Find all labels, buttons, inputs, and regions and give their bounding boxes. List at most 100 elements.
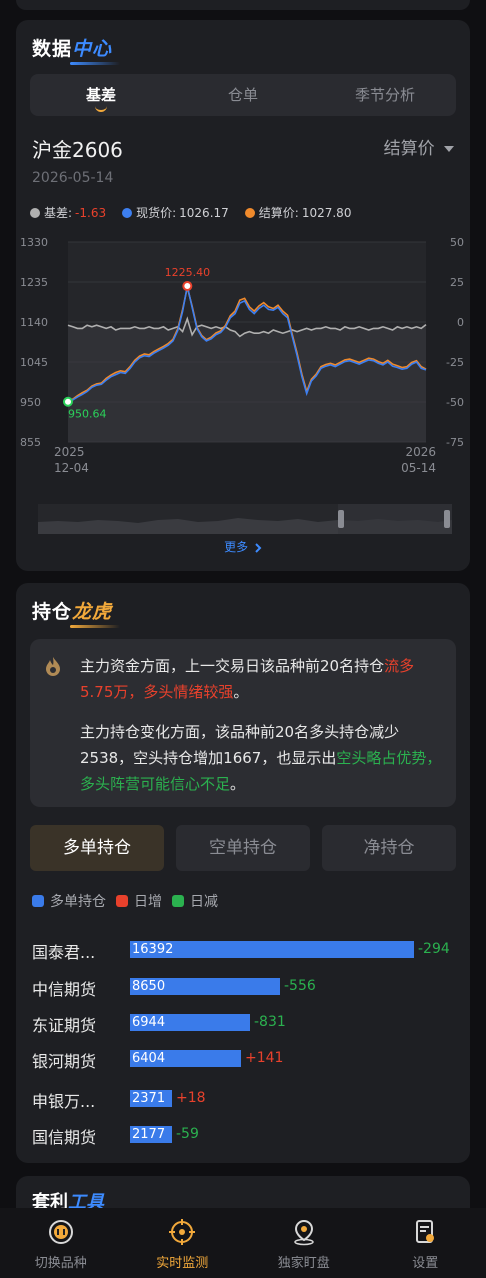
right-axis-tick: 0	[457, 316, 464, 329]
chevron-right-icon	[255, 542, 262, 553]
tab-label: 仓单	[227, 86, 258, 104]
nav-switch-variety[interactable]: 切换品种	[0, 1208, 122, 1278]
active-tab-indicator	[95, 106, 107, 112]
legend-label: 多单持仓	[50, 894, 106, 910]
title-underline	[70, 62, 120, 65]
max-point-marker	[182, 281, 193, 292]
legend-label: 日减	[190, 894, 218, 910]
contract-name: 沪金2606	[32, 138, 123, 162]
settings-document-icon	[416, 1220, 435, 1243]
bottom-navigation: 切换品种 实时监测 独家盯盘 设置	[0, 1208, 486, 1278]
legend-spot: 现货价: 1026.17	[122, 204, 229, 221]
right-axis-tick: -50	[446, 396, 464, 409]
left-axis-tick: 1045	[20, 356, 48, 369]
data-center-card: 数据中心 基差 仓单 季节分析 沪金2606 结算价 2026-05-14 基差…	[16, 20, 470, 571]
legend-swatch	[32, 895, 44, 907]
left-axis-tick: 1330	[20, 236, 48, 249]
position-bar: 2177	[130, 1126, 172, 1143]
position-bar: 6944	[130, 1014, 250, 1031]
legend-long: 多单持仓	[32, 891, 106, 911]
right-axis-tick: -25	[446, 356, 464, 369]
range-handle-left[interactable]	[338, 510, 344, 528]
positions-card: 持仓龙虎 主力资金方面，上一交易日该品种前20名持仓流多5.75万，多头情绪较强…	[16, 583, 470, 1163]
notice-paragraph-2: 主力持仓变化方面，该品种前20名多头持仓减少2538，空头持仓增加1667，也显…	[80, 719, 442, 797]
broker-name: 国信期货	[32, 1128, 97, 1147]
title-part-1: 数据	[32, 38, 73, 60]
price-type-label: 结算价	[383, 139, 435, 159]
broker-name: 银河期货	[32, 1052, 97, 1071]
broker-name: 国泰君...	[32, 943, 96, 962]
left-axis-tick: 855	[20, 436, 41, 449]
position-row[interactable]: 国信期货 2177 -59	[32, 1120, 462, 1150]
basis-line-chart[interactable]: 1330 1235 1140 1045 950 855 50 25 0 -25 -50 -75 2025…	[16, 232, 470, 492]
title-part-2: 中心	[72, 38, 113, 60]
left-axis-tick: 950	[20, 396, 41, 409]
legend-dot	[30, 207, 40, 218]
legend-basis: 基差: -1.63	[30, 204, 106, 221]
positions-title: 持仓龙虎	[32, 597, 120, 628]
tab-label: 基差	[85, 86, 116, 104]
daily-change: +18	[176, 1090, 206, 1106]
legend-swatch	[172, 895, 184, 907]
position-legend: 多单持仓 日增 日减	[32, 891, 218, 911]
tab-net-positions[interactable]: 净持仓	[322, 825, 456, 871]
notice-text: 。	[230, 775, 246, 793]
legend-label: 现货价:	[136, 206, 177, 220]
legend-label: 基差:	[44, 206, 73, 220]
position-bar: 8650	[130, 978, 280, 995]
right-axis-tick: -75	[446, 436, 464, 449]
position-row[interactable]: 银河期货 6404 +141	[32, 1044, 462, 1074]
price-type-dropdown[interactable]: 结算价	[384, 134, 454, 159]
basis-area	[68, 318, 426, 442]
range-handle-right[interactable]	[444, 510, 450, 528]
title-underline	[70, 625, 120, 628]
nav-label: 设置	[412, 1256, 439, 1271]
tab-basis[interactable]: 基差	[30, 74, 172, 116]
location-pin-icon	[294, 1219, 314, 1246]
daily-change: -556	[284, 978, 316, 994]
nav-label: 实时监测	[156, 1256, 209, 1271]
legend-label: 日增	[134, 894, 162, 910]
daily-change: -831	[254, 1014, 286, 1030]
daily-change: +141	[245, 1050, 284, 1066]
position-tabs: 多单持仓 空单持仓 净持仓	[30, 825, 456, 871]
switch-variety-icon	[48, 1220, 73, 1244]
broker-name: 东证期货	[32, 1016, 97, 1035]
position-row[interactable]: 国泰君... 16392 -294	[32, 935, 462, 965]
legend-value: -1.63	[75, 205, 107, 220]
flame-icon	[46, 657, 60, 676]
nav-exclusive-watch[interactable]: 独家盯盘	[243, 1208, 365, 1278]
tab-warehouse-receipt[interactable]: 仓单	[172, 74, 314, 116]
more-label: 更多	[224, 540, 249, 554]
position-row[interactable]: 东证期货 6944 -831	[32, 1008, 462, 1038]
broker-name: 中信期货	[32, 980, 97, 999]
right-axis-tick: 25	[450, 276, 464, 289]
legend-label: 结算价:	[258, 206, 299, 220]
notice-paragraph-1: 主力资金方面，上一交易日该品种前20名持仓流多5.75万，多头情绪较强。	[80, 653, 442, 705]
position-row[interactable]: 申银万... 2371 +18	[32, 1084, 462, 1114]
tab-short-positions[interactable]: 空单持仓	[176, 825, 310, 871]
x-axis-start-label: 12-04	[54, 461, 89, 475]
legend-dot	[244, 207, 255, 218]
tab-seasonal-analysis[interactable]: 季节分析	[314, 74, 456, 116]
x-axis-end-label: 2026	[405, 445, 436, 459]
nav-settings[interactable]: 设置	[365, 1208, 486, 1278]
legend-value: 1026.17	[179, 205, 229, 220]
crosshair-icon	[169, 1219, 196, 1245]
data-center-title: 数据中心	[32, 34, 120, 65]
nav-realtime-monitor[interactable]: 实时监测	[122, 1208, 244, 1278]
legend-swatch	[116, 895, 128, 907]
more-link[interactable]: 更多	[16, 538, 470, 555]
tab-long-positions[interactable]: 多单持仓	[30, 825, 164, 871]
chart-range-scrollbar[interactable]	[38, 504, 452, 534]
left-axis-tick: 1140	[20, 316, 48, 329]
position-row[interactable]: 中信期货 8650 -556	[32, 972, 462, 1002]
position-bar: 6404	[130, 1050, 241, 1067]
x-axis-end-label: 05-14	[401, 461, 436, 475]
left-axis-tick: 1235	[20, 276, 48, 289]
nav-label: 切换品种	[34, 1256, 87, 1271]
daily-change: -59	[176, 1126, 199, 1142]
x-axis-start-label: 2025	[54, 445, 85, 459]
legend-dot	[122, 207, 133, 218]
max-point-label: 1225.40	[165, 266, 211, 279]
